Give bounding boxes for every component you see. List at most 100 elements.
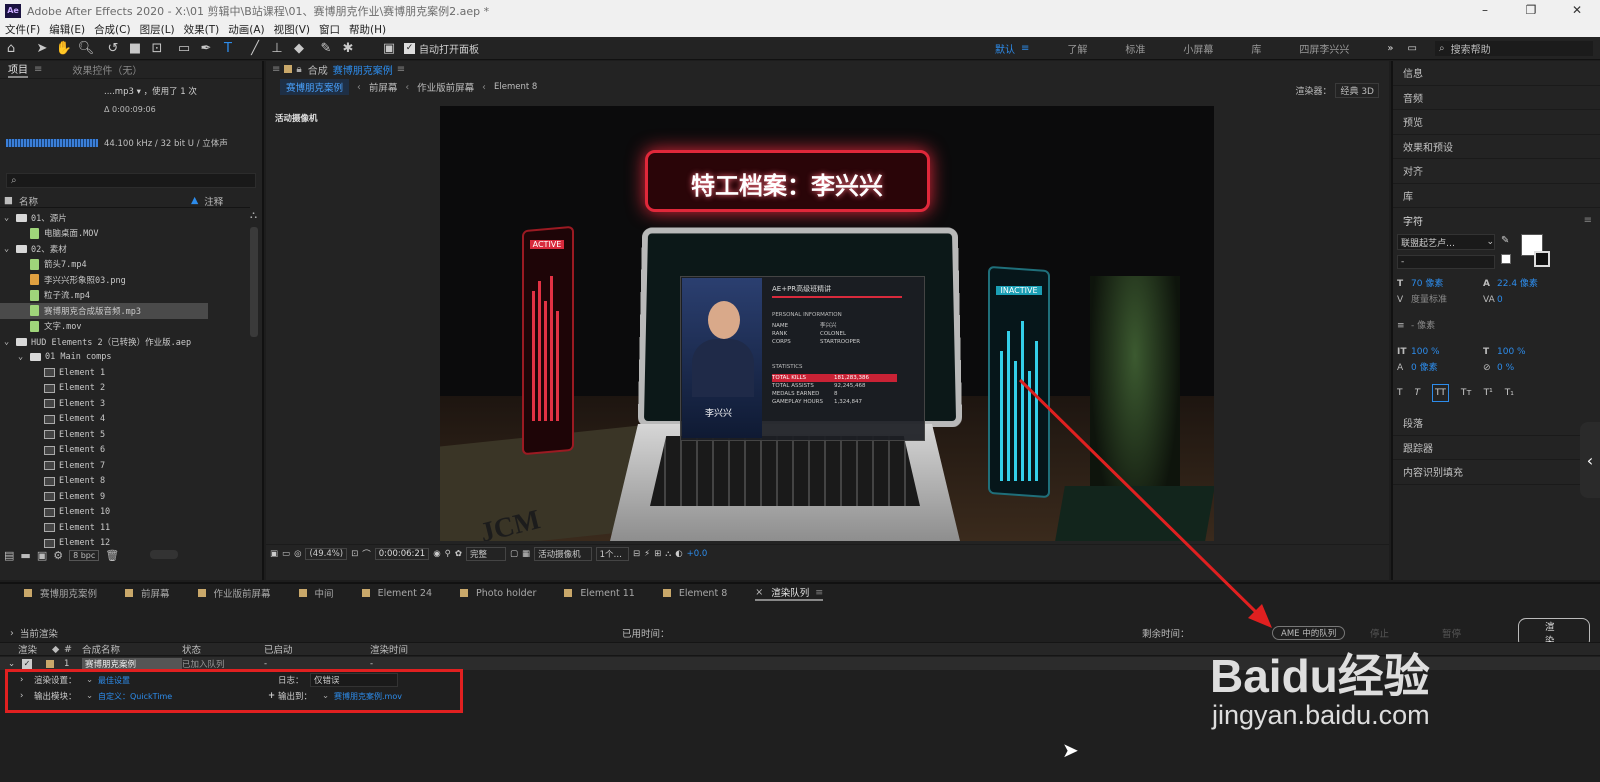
project-item[interactable]: Element 8 [0, 474, 248, 490]
project-item[interactable]: 箭头7.mp4 [0, 257, 248, 273]
column-comp-name[interactable]: 合成名称 [82, 642, 182, 656]
vertical-scale-value[interactable]: 100 % [1411, 344, 1483, 360]
project-item[interactable]: Element 2 [0, 381, 248, 397]
default-colors-icon[interactable] [1501, 254, 1511, 264]
expand-arrow-icon[interactable]: ⌄ [4, 337, 14, 347]
all-caps-button[interactable]: TT [1432, 384, 1449, 402]
timeline-icon[interactable]: ⊞ [654, 549, 661, 559]
panel-menu-icon[interactable]: ≡ [815, 587, 823, 598]
baseline-shift-value[interactable]: 0 像素 [1411, 360, 1483, 376]
workspace-libraries[interactable]: 库 [1251, 41, 1261, 56]
hand-tool-icon[interactable]: ✋ [54, 38, 74, 58]
new-composition-icon[interactable]: ▣ [37, 549, 47, 562]
menu-window[interactable]: 窗口 [319, 22, 340, 37]
project-item[interactable]: Element 6 [0, 443, 248, 459]
panel-menu-icon[interactable]: ≡ [272, 64, 280, 75]
subscript-button[interactable]: T₁ [1505, 385, 1514, 401]
workspace-standard[interactable]: 标准 [1125, 41, 1145, 56]
project-item[interactable]: 电脑桌面.MOV [0, 226, 248, 242]
close-button[interactable]: ✕ [1554, 0, 1600, 21]
project-scrollbar[interactable] [250, 227, 258, 337]
region-of-interest-icon[interactable]: ▢ [510, 549, 518, 559]
rotate-tool-icon[interactable]: ↺ [103, 38, 123, 58]
menu-help[interactable]: 帮助(H) [349, 22, 386, 37]
breadcrumb-comp[interactable]: 赛博朋克案例 [280, 79, 350, 95]
current-time[interactable]: 0:00:06:21 [374, 547, 430, 560]
project-item[interactable]: Element 9 [0, 489, 248, 505]
superscript-button[interactable]: T¹ [1484, 385, 1493, 401]
timeline-tab[interactable]: Element 11 [564, 588, 635, 599]
auto-open-checkbox[interactable]: ✓ [404, 42, 415, 54]
always-preview-icon[interactable]: ▣ [270, 549, 278, 559]
show-snapshot-icon[interactable]: ⚲ [445, 549, 451, 559]
project-item[interactable]: 李兴兴形象照03.png [0, 272, 248, 288]
new-folder-icon[interactable]: ▬ [20, 549, 30, 562]
monitor-icon[interactable]: ▭ [282, 549, 290, 559]
panel-layout-icon[interactable]: ▭ [1408, 43, 1417, 54]
panel-menu-icon[interactable]: ≡ [34, 64, 42, 75]
project-item[interactable]: Element 3 [0, 396, 248, 412]
workspace-panel-icon[interactable]: ▣ [379, 38, 399, 58]
horizontal-scale-value[interactable]: 100 % [1497, 344, 1526, 360]
sort-asc-icon[interactable]: ▲ [191, 195, 198, 206]
brush-tool-icon[interactable]: ╱ [245, 38, 265, 58]
tab-menu-icon[interactable]: ≡ [397, 64, 405, 75]
transparency-grid-icon[interactable]: ▦ [522, 549, 530, 559]
help-search-field[interactable]: ⌕ 搜索帮助 [1435, 41, 1593, 56]
eyedropper-icon[interactable]: ✎ [1501, 235, 1509, 246]
project-item[interactable]: Element 5 [0, 427, 248, 443]
minimize-button[interactable]: – [1462, 0, 1508, 21]
project-item[interactable]: ⌄ 01 Main comps [0, 350, 248, 366]
kerning-value[interactable]: 度量标准 [1411, 292, 1483, 308]
timeline-tab[interactable]: 作业版前屏幕 [197, 586, 271, 600]
bit-depth-button[interactable]: 8 bpc [69, 549, 100, 561]
workspace-custom[interactable]: 四屏李兴兴 [1299, 41, 1349, 56]
panel-menu-icon[interactable]: ≡ [1584, 215, 1592, 226]
project-item[interactable]: Element 7 [0, 458, 248, 474]
breadcrumb-front-screen[interactable]: 前屏幕 [369, 80, 398, 94]
clone-stamp-tool-icon[interactable]: ⊥ [267, 38, 287, 58]
menu-effect[interactable]: 效果(T) [184, 22, 220, 37]
views-dropdown[interactable]: 1个… [595, 546, 630, 561]
stroke-color-swatch[interactable] [1534, 251, 1550, 267]
eraser-tool-icon[interactable]: ◆ [289, 38, 309, 58]
panel-info[interactable]: 信息 [1393, 61, 1600, 86]
camera-view-dropdown[interactable]: 活动摄像机 [534, 546, 592, 561]
toggle-pixel-aspect-icon[interactable]: ⊟ [633, 549, 640, 559]
lock-icon[interactable]: 🔒︎ [296, 64, 301, 75]
expand-arrow-icon[interactable]: ⌄ [4, 244, 14, 254]
zoom-tool-icon[interactable]: 🔍︎ [76, 38, 96, 58]
interpret-footage-icon[interactable]: ▤ [4, 549, 14, 562]
renderer-dropdown[interactable]: 经典 3D [1335, 83, 1379, 98]
dropdown-icon[interactable]: ▾ [137, 87, 141, 97]
column-status[interactable]: 状态 [182, 642, 264, 656]
tab-composition[interactable]: 赛博朋克案例 [333, 62, 393, 77]
timeline-tab[interactable]: 赛博朋克案例 [24, 586, 97, 600]
faux-italic-button[interactable]: T [1415, 385, 1421, 401]
workspace-small-screen[interactable]: 小屏幕 [1183, 41, 1213, 56]
leading-value[interactable]: 22.4 像素 [1497, 276, 1538, 292]
menu-edit[interactable]: 编辑(E) [49, 22, 85, 37]
flowchart-icon[interactable]: ⛬ [665, 549, 671, 559]
more-workspaces-icon[interactable]: » [1387, 43, 1393, 54]
stop-button[interactable]: 停止 [1370, 626, 1389, 640]
column-comment[interactable]: 注释 [204, 194, 223, 208]
color-channels-icon[interactable]: ✿ [455, 549, 462, 559]
project-item[interactable]: ⌄ 01、源片 [0, 210, 248, 226]
font-size-value[interactable]: 70 像素 [1411, 276, 1483, 292]
timeline-tab[interactable]: × 渲染队列 ≡ [755, 585, 824, 601]
panel-audio[interactable]: 音频 [1393, 86, 1600, 110]
expand-arrow-icon[interactable]: ⌄ [8, 659, 22, 669]
pause-button[interactable]: 暂停 [1442, 626, 1461, 640]
project-item[interactable]: Element 10 [0, 505, 248, 521]
roto-brush-tool-icon[interactable]: ✎ [316, 38, 336, 58]
tab-project[interactable]: 项目 [8, 61, 28, 78]
tracking-value[interactable]: 0 [1497, 292, 1503, 308]
project-item[interactable]: ⌄ 02、素材 [0, 241, 248, 257]
close-icon[interactable]: × [755, 587, 763, 598]
breadcrumb-element8[interactable]: Element 8 [494, 82, 537, 92]
vr-icon[interactable]: ◎ [294, 549, 301, 559]
workspace-learn[interactable]: 了解 [1067, 41, 1087, 56]
panel-libraries[interactable]: 库 [1393, 184, 1600, 208]
timeline-tab[interactable]: 中间 [298, 586, 334, 600]
